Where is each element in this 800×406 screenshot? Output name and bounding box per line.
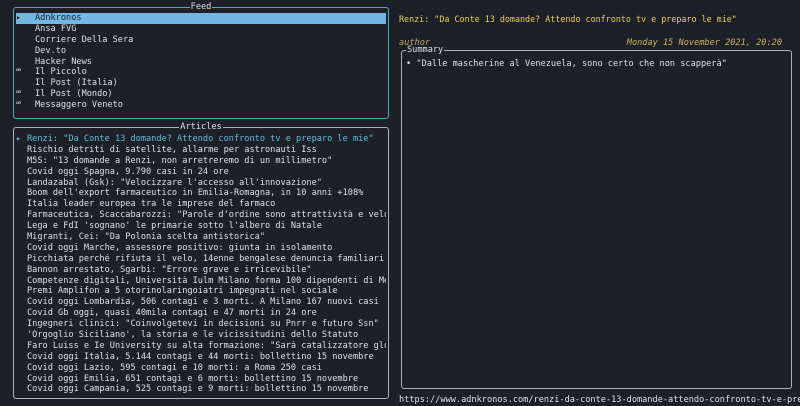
feed-list: ▸ Adnkronos Ansa FVG Corriere Della Sera Dev… bbox=[16, 13, 386, 111]
article-item-label: Bannon arrestato, Sgarbi: "Errore grave … bbox=[27, 264, 312, 275]
article-item[interactable]: Bannon arrestato, Sgarbi: "Errore grave … bbox=[16, 265, 386, 276]
feed-item[interactable]: ꟹ Messaggero Veneto bbox=[16, 100, 386, 111]
article-item[interactable]: Migranti, Cei: "Da Polonia scelta antist… bbox=[16, 232, 386, 243]
feed-item[interactable]: ꟹ Il Post (Mondo) bbox=[16, 89, 386, 100]
summary-panel-title: Summary bbox=[406, 45, 445, 55]
article-item-label: Picchiata perché rifiuta il velo, 14enne… bbox=[27, 253, 384, 264]
article-item[interactable]: Faro Luiss e Ie University su alta forma… bbox=[16, 341, 386, 352]
feed-item-label: Il Piccolo bbox=[35, 67, 87, 78]
article-item[interactable]: Covid oggi Campania, 525 contagi e 9 mor… bbox=[16, 384, 386, 395]
article-item-label: Lega e FdI 'sognano' le primarie sotto l… bbox=[27, 221, 322, 232]
article-item[interactable]: Competenze digitali, Università Iulm Mil… bbox=[16, 276, 386, 287]
article-item[interactable]: Covid oggi Lazio, 595 contagi e 10 morti… bbox=[16, 363, 386, 374]
article-item[interactable]: Rischio detriti di satellite, allarme pe… bbox=[16, 145, 386, 156]
article-item[interactable]: Farmaceutica, Scaccabarozzi: "Parole d'o… bbox=[16, 210, 386, 221]
article-item-label: Covid Gb oggi, quasi 40mila contagi e 47… bbox=[27, 308, 317, 319]
feed-item[interactable]: Ansa FVG bbox=[16, 24, 386, 35]
article-item[interactable]: Covid oggi Spagna, 9.790 casi in 24 ore bbox=[16, 167, 386, 178]
article-item-label: Boom dell'export farmaceutico in Emilia-… bbox=[27, 188, 364, 199]
feed-item-label: Dev.to bbox=[35, 45, 67, 56]
article-item-label: Premi Amplifon a 5 otorinolaringoiatri i… bbox=[27, 286, 338, 297]
article-item-label: M5S: "13 domande a Renzi, non arretrerem… bbox=[27, 155, 333, 166]
feed-status-icon: ꟹ bbox=[16, 67, 22, 78]
article-item[interactable]: Lega e FdI 'sognano' le primarie sotto l… bbox=[16, 221, 386, 232]
article-item-label: Covid oggi Spagna, 9.790 casi in 24 ore bbox=[27, 166, 229, 177]
feed-item[interactable]: Dev.to bbox=[16, 46, 386, 57]
article-item[interactable]: Premi Amplifon a 5 otorinolaringoiatri i… bbox=[16, 286, 386, 297]
feed-item-label: Corriere Della Sera bbox=[35, 34, 134, 45]
articles-list: ▸ Renzi: "Da Conte 13 domande? Attendo co… bbox=[16, 134, 386, 395]
feed-item-label: Hacker News bbox=[35, 56, 92, 67]
article-item[interactable]: Covid oggi Emilia, 651 contagi e 6 morti… bbox=[16, 374, 386, 385]
article-item-label: Covid oggi Marche, assessore positivo: g… bbox=[27, 242, 333, 253]
article-item-label: Covid oggi Lombardia, 506 contagi e 3 mo… bbox=[27, 297, 379, 308]
article-item-label: Renzi: "Da Conte 13 domande? Attendo con… bbox=[27, 134, 374, 144]
feed-item[interactable]: Corriere Della Sera bbox=[16, 35, 386, 46]
articles-panel: Articles ▸ Renzi: "Da Conte 13 domande? A… bbox=[13, 122, 389, 399]
feed-item[interactable]: Hacker News bbox=[16, 57, 386, 68]
article-item[interactable]: Covid oggi Marche, assessore positivo: g… bbox=[16, 243, 386, 254]
feed-status-icon: ꟹ bbox=[16, 100, 22, 111]
article-item[interactable]: Covid oggi Italia, 5.144 contagi e 44 mo… bbox=[16, 352, 386, 363]
summary-text: • "Dalle mascherine al Venezuela, sono c… bbox=[406, 59, 727, 70]
article-item-label: Covid oggi Lazio, 595 contagi e 10 morti… bbox=[27, 362, 322, 373]
articles-panel-title: Articles bbox=[179, 122, 223, 132]
feed-panel: Feed ▸ Adnkronos Ansa FVG Corriere Della Se… bbox=[13, 2, 389, 119]
article-item-label: 'Orgoglio Siciliano', la storia e le vic… bbox=[27, 330, 359, 341]
article-item[interactable]: Covid oggi Lombardia, 506 contagi e 3 mo… bbox=[16, 297, 386, 308]
article-item-label: Covid oggi Italia, 5.144 contagi e 44 mo… bbox=[27, 351, 374, 362]
article-item-label: Ingegneri clinici: "Coinvolgetevi in dec… bbox=[27, 319, 379, 330]
article-item[interactable]: Picchiata perché rifiuta il velo, 14enne… bbox=[16, 254, 386, 265]
feed-item-label: Messaggero Veneto bbox=[35, 100, 123, 111]
summary-bullet: • bbox=[406, 59, 412, 69]
article-item[interactable]: Landazabal (Gsk): "Velocizzare l'accesso… bbox=[16, 178, 386, 189]
feed-item-label: Il Post (Italia) bbox=[35, 78, 118, 89]
feed-item[interactable]: ▸ Adnkronos bbox=[16, 13, 386, 24]
feed-item-label: Adnkronos bbox=[35, 13, 82, 23]
article-title: Renzi: "Da Conte 13 domande? Attendo con… bbox=[399, 14, 737, 24]
article-item[interactable]: M5S: "13 domande a Renzi, non arretrerem… bbox=[16, 156, 386, 167]
article-item-label: Rischio detriti di satellite, allarme pe… bbox=[27, 144, 317, 155]
article-item-label: Covid oggi Campania, 525 contagi e 9 mor… bbox=[27, 384, 369, 395]
article-url-link[interactable]: https://www.adnkronos.com/renzi-da-conte… bbox=[399, 395, 800, 406]
article-item-label: Covid oggi Emilia, 651 contagi e 6 morti… bbox=[27, 373, 359, 384]
article-item-label: Faro Luiss e Ie University su alta forma… bbox=[27, 340, 386, 351]
feed-item[interactable]: Il Post (Italia) bbox=[16, 78, 386, 89]
feed-panel-title: Feed bbox=[189, 2, 213, 12]
summary-body: "Dalle mascherine al Venezuela, sono cer… bbox=[416, 59, 727, 69]
article-item-label: Landazabal (Gsk): "Velocizzare l'accesso… bbox=[27, 177, 322, 188]
article-item[interactable]: Italia leader europea tra le imprese del… bbox=[16, 199, 386, 210]
article-item[interactable]: Ingegneri clinici: "Coinvolgetevi in dec… bbox=[16, 319, 386, 330]
article-item[interactable]: Covid Gb oggi, quasi 40mila contagi e 47… bbox=[16, 308, 386, 319]
feed-item[interactable]: ꟹ Il Piccolo bbox=[16, 67, 386, 78]
article-item-label: Farmaceutica, Scaccabarozzi: "Parole d'o… bbox=[27, 210, 386, 221]
feed-status-icon: ꟹ bbox=[16, 89, 22, 100]
article-item[interactable]: 'Orgoglio Siciliano', la storia e le vic… bbox=[16, 330, 386, 341]
selection-arrow-icon: ▸ bbox=[16, 134, 22, 144]
article-item-label: Migranti, Cei: "Da Polonia scelta antist… bbox=[27, 232, 265, 243]
feed-item-label: Il Post (Mondo) bbox=[35, 89, 113, 100]
summary-panel: Summary • "Dalle mascherine al Venezuela… bbox=[401, 45, 792, 389]
article-item[interactable]: ▸ Renzi: "Da Conte 13 domande? Attendo co… bbox=[16, 134, 386, 145]
article-item-label: Italia leader europea tra le imprese del… bbox=[27, 199, 276, 210]
article-item[interactable]: Boom dell'export farmaceutico in Emilia-… bbox=[16, 188, 386, 199]
article-item-label: Competenze digitali, Università Iulm Mil… bbox=[27, 275, 386, 286]
feed-item-label: Ansa FVG bbox=[35, 23, 77, 34]
selection-arrow-icon: ▸ bbox=[16, 13, 22, 23]
